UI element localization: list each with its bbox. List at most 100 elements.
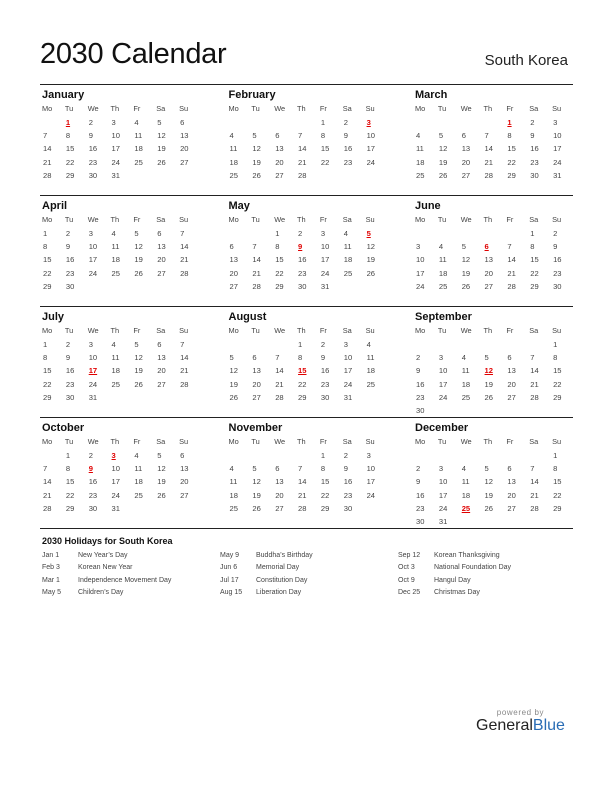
day-cell: 22 — [553, 490, 562, 500]
weekday-header: We — [460, 215, 472, 224]
day-cell: 17 — [320, 255, 330, 265]
day-cell: 27 — [507, 392, 516, 402]
day-cell: 9 — [343, 131, 348, 141]
month-december: December Mo Tu We Th Fr Sa Su 1 2 3 4 5 6 7 8 9 10 11 12 13 1… — [413, 418, 573, 528]
day-cell: 22 — [43, 379, 52, 389]
holiday-item: Sep 12 Korean Thanksgiving — [398, 550, 576, 562]
day-cell: 21 — [298, 490, 307, 500]
day-cell: 14 — [43, 144, 52, 154]
day-cell: 5 — [252, 464, 257, 474]
weekday-header: Sa — [156, 437, 166, 446]
weekday-header: Fr — [319, 104, 327, 113]
day-cell: 28 — [298, 170, 307, 180]
holiday-name: Korean New Year — [78, 564, 133, 572]
day-cell: 29 — [65, 170, 75, 180]
holiday-date: May 5 — [42, 588, 62, 596]
day-cell: 28 — [507, 281, 516, 291]
holiday-name: Hangul Day — [434, 576, 471, 584]
day-cell: 7 — [530, 353, 535, 363]
day-cell: 14 — [43, 477, 52, 487]
day-cell: 6 — [180, 118, 185, 127]
day-cell: 22 — [553, 379, 562, 389]
month-february: February Mo Tu We Th Fr Sa Su 1 2 3 4 5 6 7 8 9 10 11 12 13 1… — [227, 85, 387, 195]
holiday-name: Independence Movement Day — [78, 576, 172, 584]
holiday-column: May 9 Buddha’s Birthday Jun 6 Memorial Day J… — [220, 550, 398, 599]
month-name: November — [228, 422, 283, 434]
weekday-header: Su — [552, 104, 562, 113]
day-cell: 20 — [180, 144, 189, 154]
day-cell: 26 — [484, 503, 493, 513]
day-cell: 1 — [320, 451, 326, 460]
day-cell: 22 — [320, 157, 330, 167]
day-cell: 2 — [320, 340, 326, 349]
day-cell: 16 — [65, 255, 75, 265]
day-cell: 21 — [507, 268, 516, 278]
weekday-header: Mo — [42, 215, 53, 224]
weekday-header: Sa — [156, 215, 166, 224]
weekday-header: Su — [365, 104, 375, 113]
month-october: October Mo Tu We Th Fr Sa Su 1 2 3 4 5 6 7 8 9 10 11 12 13 14… — [40, 418, 200, 528]
day-cell: 8 — [298, 353, 303, 363]
holidays-title: 2030 Holidays for South Korea — [42, 536, 173, 546]
weekday-header: Tu — [437, 326, 447, 335]
day-cell: 7 — [43, 464, 48, 474]
day-cell: 8 — [507, 131, 512, 141]
day-cell: 24 — [438, 392, 448, 402]
holiday-day-cell: 25 — [461, 503, 471, 513]
day-cell: 27 — [180, 490, 189, 500]
weekday-header: Sa — [529, 215, 539, 224]
day-cell: 5 — [134, 229, 139, 238]
day-cell: 14 — [530, 477, 539, 487]
day-cell: 19 — [484, 379, 493, 389]
holiday-date: May 9 — [220, 552, 240, 559]
weekday-header: Mo — [228, 104, 239, 113]
day-cell: 30 — [88, 503, 98, 513]
weekday-header: Fr — [319, 326, 327, 335]
day-cell: 21 — [252, 268, 261, 278]
holiday-day-cell: 12 — [484, 366, 493, 376]
holiday-name: National Foundation Day — [434, 564, 512, 572]
day-cell: 18 — [438, 268, 448, 278]
day-cell: 31 — [438, 516, 448, 526]
day-cell: 22 — [275, 268, 284, 278]
day-cell: 3 — [416, 242, 421, 252]
weekday-header: Th — [110, 437, 120, 446]
day-cell: 1 — [298, 340, 303, 349]
day-cell: 8 — [65, 464, 71, 474]
day-cell: 13 — [275, 144, 284, 154]
holiday-item: Jun 6 Memorial Day — [220, 562, 398, 574]
day-cell: 2 — [343, 451, 348, 460]
day-cell: 10 — [438, 477, 448, 487]
day-cell: 18 — [134, 477, 143, 487]
day-cell: 25 — [111, 379, 120, 389]
day-cell: 13 — [275, 477, 284, 487]
day-cell: 19 — [252, 490, 261, 500]
day-cell: 17 — [343, 366, 353, 376]
day-cell: 24 — [320, 268, 330, 278]
holiday-day-cell: 5 — [366, 229, 371, 238]
day-cell: 25 — [461, 392, 471, 402]
month-days: Mo Tu We Th Fr Sa Su 1 2 3 4 5 6 7 8 9 10 11 12 13 14 15 16 17 1… — [413, 324, 573, 417]
day-cell: 4 — [461, 464, 466, 474]
day-cell: 26 — [157, 490, 166, 500]
day-cell: 15 — [320, 144, 330, 154]
calendar-row: October Mo Tu We Th Fr Sa Su 1 2 3 4 5 6 7 8 9 10 11 12 13 14… — [40, 417, 573, 529]
day-cell: 21 — [275, 379, 284, 389]
day-cell: 19 — [229, 379, 238, 389]
day-cell: 16 — [320, 366, 330, 376]
powered-by-text: powered by — [496, 708, 545, 717]
day-cell: 18 — [416, 157, 425, 167]
brand-logo[interactable]: powered by GeneralBlue — [476, 708, 565, 735]
weekday-header: Tu — [437, 104, 447, 113]
day-cell: 10 — [416, 255, 425, 265]
day-cell: 9 — [343, 464, 348, 474]
day-cell: 13 — [180, 131, 189, 141]
day-cell: 20 — [180, 477, 189, 487]
day-cell: 25 — [438, 281, 448, 291]
day-cell: 27 — [275, 503, 284, 513]
month-september: September Mo Tu We Th Fr Sa Su 1 2 3 4 5 6 7 8 9 10 11 12 13… — [413, 307, 573, 417]
day-cell: 24 — [438, 503, 448, 513]
weekday-header: Tu — [64, 326, 74, 335]
day-cell: 1 — [43, 340, 48, 349]
day-cell: 21 — [298, 157, 307, 167]
